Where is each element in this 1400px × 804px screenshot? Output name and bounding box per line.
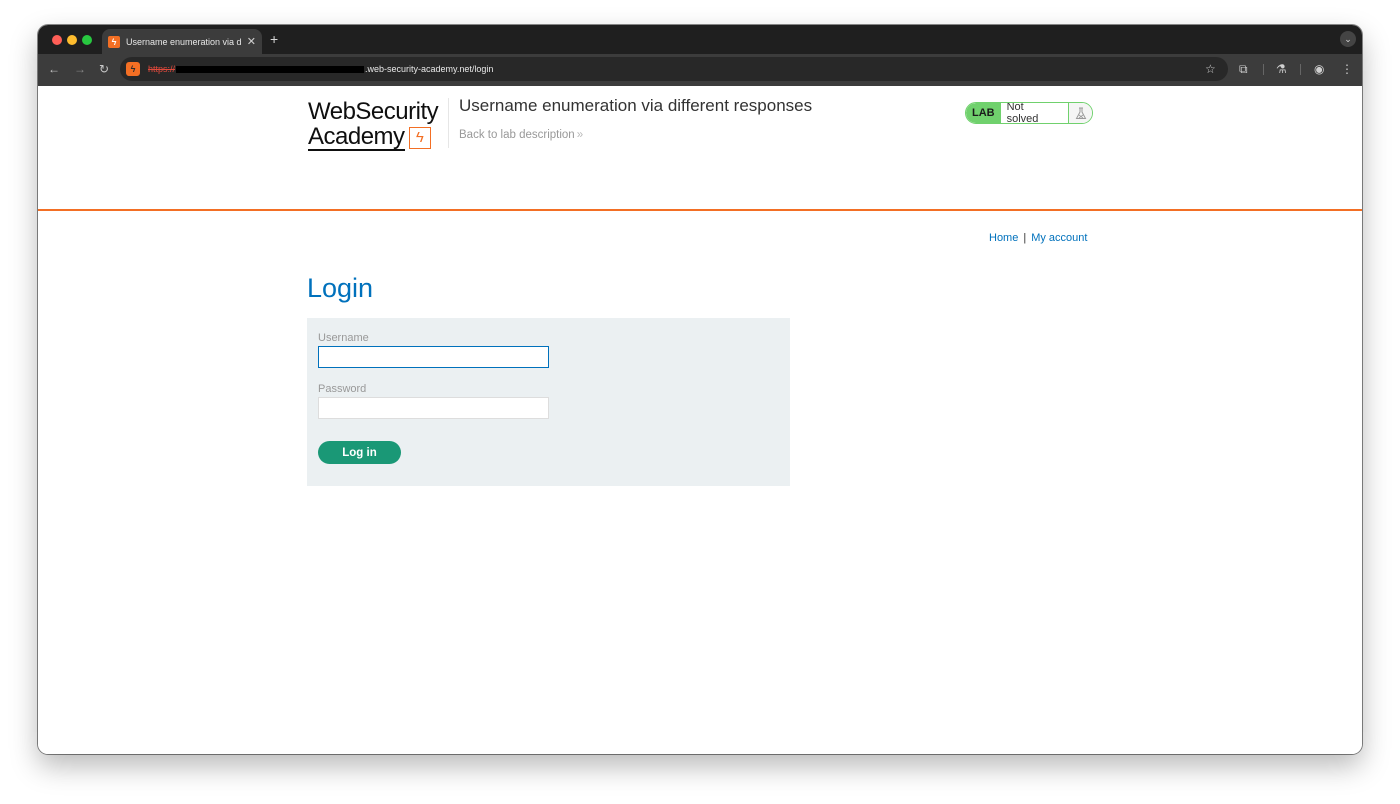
top-nav-links: Home | My account [989, 232, 1087, 244]
back-to-lab-link[interactable]: Back to lab description» [459, 129, 583, 141]
password-label: Password [318, 383, 367, 395]
url-text: .web-security-academy.net/login [365, 64, 494, 74]
extensions-icon[interactable]: ⧉ [1239, 62, 1248, 77]
header-divider [448, 98, 449, 148]
browser-window: ϟ Username enumeration via di ✕ + ⌄ ← → … [38, 25, 1362, 754]
web-security-academy-logo[interactable]: WebSecurity Academy ϟ [308, 99, 448, 151]
screen: ϟ Username enumeration via di ✕ + ⌄ ← → … [0, 0, 1400, 804]
labs-flask-icon[interactable]: ⚗ [1276, 62, 1287, 76]
logo-text-line2: Academy [308, 123, 405, 151]
toolbar-divider [1300, 64, 1301, 75]
maximize-window-button[interactable] [82, 35, 92, 45]
page-title: Login [307, 273, 374, 303]
login-button[interactable]: Log in [318, 441, 401, 464]
lab-title: Username enumeration via different respo… [459, 96, 813, 115]
back-icon[interactable]: ← [48, 62, 60, 76]
password-input[interactable] [318, 397, 549, 419]
flask-icon [1068, 103, 1092, 123]
tab-search-button[interactable]: ⌄ [1340, 31, 1356, 47]
nav-separator: | [1023, 232, 1027, 244]
bookmark-star-icon[interactable]: ☆ [1205, 62, 1216, 76]
username-label: Username [318, 332, 369, 344]
url-redaction [176, 65, 365, 73]
minimize-window-button[interactable] [67, 35, 77, 45]
menu-kebab-icon[interactable]: ⋮ [1341, 62, 1353, 76]
flask-svg [1075, 107, 1086, 119]
new-tab-button[interactable]: + [270, 31, 278, 47]
username-input[interactable] [318, 346, 549, 368]
address-bar[interactable]: ϟ https:// .web-security-academy.net/log… [120, 57, 1228, 81]
url-scheme: https:// [148, 64, 176, 74]
logo-bolt-icon: ϟ [408, 126, 431, 149]
lab-status-text: Not solved [1006, 102, 1039, 124]
logo-line2: Academy ϟ [308, 124, 448, 151]
tab-favicon-icon: ϟ [108, 35, 120, 48]
reload-icon[interactable]: ↻ [99, 62, 109, 76]
profile-icon[interactable]: ◉ [1314, 62, 1324, 76]
logo-text-line1: WebSecurity [308, 98, 439, 125]
site-info-icon[interactable]: ϟ [126, 62, 140, 76]
back-link-label: Back to lab description [459, 129, 575, 141]
login-form: Username Password Log in [307, 318, 790, 486]
browser-toolbar: ← → ↻ ϟ https:// .web-security-academy.n… [38, 54, 1362, 86]
forward-icon[interactable]: → [74, 62, 86, 76]
home-link[interactable]: Home [989, 232, 1018, 244]
toolbar-divider [1263, 64, 1264, 75]
double-chevron-right-icon: » [576, 129, 584, 141]
tab-close-icon[interactable]: ✕ [247, 35, 256, 48]
header-orange-rule [38, 209, 1362, 211]
my-account-link[interactable]: My account [1031, 232, 1087, 244]
active-tab[interactable]: ϟ Username enumeration via di ✕ [102, 29, 262, 54]
close-window-button[interactable] [52, 35, 62, 45]
lab-badge: LAB [966, 103, 1001, 123]
page-content: WebSecurity Academy ϟ Username enumerati… [38, 86, 1362, 754]
lab-status-widget: LAB Not solved [965, 102, 1093, 124]
tab-strip: ϟ Username enumeration via di ✕ + ⌄ [38, 25, 1362, 54]
tab-title: Username enumeration via di [126, 36, 241, 47]
